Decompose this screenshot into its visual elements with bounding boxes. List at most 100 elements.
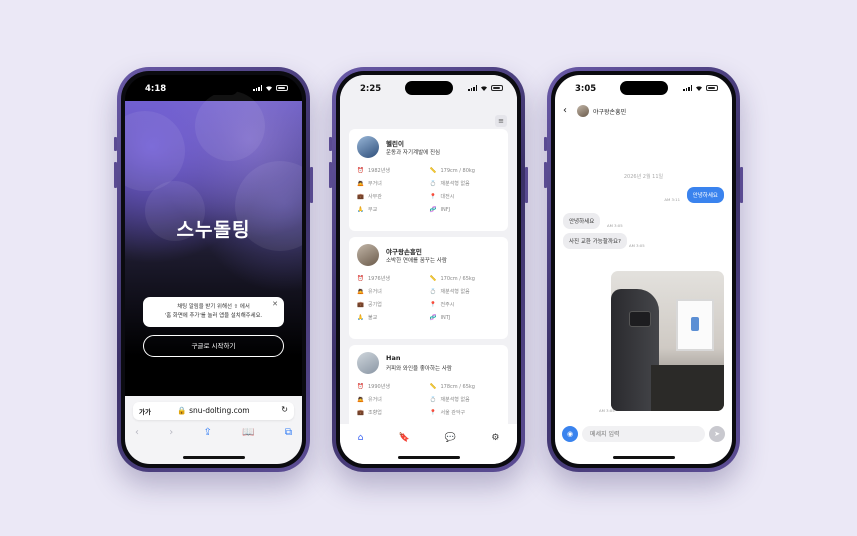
signal-icon [683,85,692,91]
battery-icon [706,85,718,91]
dynamic-island [619,81,668,95]
briefcase-icon: 💼 [357,193,364,200]
attr-birth-year: ⏰ 1976년생 [357,275,390,283]
attr-mbti: 🧬 INTJ [429,314,451,321]
message-input[interactable] [582,426,705,442]
toast-line-2: '홈 화면에 추가'를 눌러 앱을 설치해주세요. [164,313,263,319]
person-icon: 🙇 [357,396,364,403]
photo-cabinet [651,365,724,411]
reload-icon[interactable]: ↻ [281,405,288,414]
attr-marital: 💍 재분석형 없음 [429,396,470,404]
home-icon[interactable]: ⌂ [358,433,364,464]
message-time: AM 3:05 [599,408,615,413]
pin-icon: 📍 [429,409,437,416]
camera-icon[interactable]: ◉ [562,426,578,442]
avatar[interactable] [577,105,589,117]
forward-icon[interactable]: › [169,427,173,438]
ring-icon: 💍 [429,396,437,403]
pin-icon: 📍 [429,193,437,200]
chat-icon[interactable]: 💬 [445,433,456,464]
attr-job: 💼 조향업 [357,409,382,417]
profile-name: 헬린이 [386,140,404,148]
back-icon[interactable]: ‹ [563,105,567,116]
profile-name: 야구왕손흥민 [386,248,422,256]
back-icon[interactable]: ‹ [135,427,139,438]
message-bubble-received: 사진 교환 가능할까요? [563,233,627,249]
wifi-icon [696,86,702,91]
status-bar: 3:05 [555,75,732,101]
battery-icon [491,85,503,91]
ruler-icon: 📏 [429,275,437,282]
message-time: AM 3:05 [607,223,623,228]
chat-header: ‹ 야구왕손흥민 [555,101,732,123]
dynamic-island [189,81,238,95]
address-bar[interactable]: 가가 🔒 snu-dolting.com ↻ [133,402,294,420]
app-brand-title: 스누돌팅 [176,219,251,241]
close-icon[interactable]: ✕ [272,300,278,309]
attr-location: 📍 전주시 [429,301,455,309]
home-indicator [397,456,460,459]
toast-line-1: 채팅 알림을 받기 위해선 ⇧ 에서 [177,304,250,310]
ring-icon: 💍 [429,180,437,187]
bookmarks-icon[interactable]: 📖 [242,427,254,438]
send-icon[interactable]: ➤ [709,426,725,442]
status-time: 4:18 [145,84,167,94]
phone-profile-list: 2:25 ≡ 헬린이 운동과 자기계발에 진심 ⏰ 1982년생 📏 179cm /… [329,67,528,472]
message-bubble-received: 안녕하세요 [563,213,601,229]
attr-marital: 💍 재분석형 없음 [429,288,470,296]
attr-body-type: 🙇 유거녀 [357,288,382,296]
person-icon: 🙇 [357,288,364,295]
profile-intro: 커피와 와인을 좋아하는 사람 [386,366,452,372]
ring-icon: 💍 [429,288,437,295]
settings-icon[interactable]: ⚙ [491,433,499,464]
briefcase-icon: 💼 [357,409,364,416]
profile-card[interactable]: 헬린이 운동과 자기계발에 진심 ⏰ 1982년생 📏 179cm / 80kg 🙇… [349,129,508,231]
message-bubble-sent: 안녕하세요 [686,187,724,203]
pray-icon: 🙏 [357,206,364,213]
phone-login: 4:18 스누돌팅 채팅 알림을 받기 위해선 ⇧ 에서 '홈 화면에 추가'를… [114,67,313,472]
dna-icon: 🧬 [429,314,437,321]
message-composer: ◉ ➤ [555,422,732,448]
wifi-icon [481,86,487,91]
attr-marital: 💍 재분석형 없음 [429,180,470,188]
filter-icon[interactable]: ≡ [495,115,507,127]
attr-birth-year: ⏰ 1982년생 [357,167,390,175]
dna-icon: 🧬 [429,206,437,213]
message-time: AM 3:11 [664,197,680,202]
ruler-icon: 📏 [429,167,437,174]
person-icon: 🙇 [357,180,364,187]
attr-height-weight: 📏 179cm / 80kg [429,167,475,174]
attr-body-type: 🙇 무거녀 [357,180,382,188]
status-bar: 4:18 [125,75,302,101]
chat-partner-name: 야구왕손흥민 [593,109,627,116]
pin-icon: 📍 [429,301,437,308]
bookmark-icon[interactable]: 🔖 [399,433,410,464]
google-login-button[interactable]: 구글로 시작하기 [143,335,284,357]
dynamic-island [404,81,453,95]
attr-job: 💼 사무관 [357,193,382,201]
attr-job: 💼 공기업 [357,301,382,309]
home-indicator [182,456,245,459]
clock-icon: ⏰ [357,275,364,282]
tab-bar: ⌂ 🔖 💬 ⚙ [340,424,517,464]
profile-card[interactable]: 야구왕손흥민 소박한 연애를 꿈꾸는 사람 ⏰ 1976년생 📏 170cm / 6… [349,237,508,339]
profile-intro: 운동과 자기계발에 진심 [386,150,441,156]
attr-religion: 🙏 불교 [357,314,378,322]
avatar [357,352,379,374]
tabs-icon[interactable]: ⧉ [285,427,292,438]
status-time: 3:05 [575,84,597,94]
clock-icon: ⏰ [357,167,364,174]
install-toast: 채팅 알림을 받기 위해선 ⇧ 에서 '홈 화면에 추가'를 눌러 앱을 설치해… [143,297,284,327]
status-time: 2:25 [360,84,382,94]
share-icon[interactable]: ⇪ [204,427,212,438]
phone-chat: 3:05 ‹ 야구왕손흥민 2026년 2월 11일 안녕하세요 AM 3:11… [544,67,743,472]
profile-intro: 소박한 연애를 꿈꾸는 사람 [386,258,447,264]
signal-icon [468,85,477,91]
avatar [357,136,379,158]
message-photo[interactable] [611,271,724,411]
attr-mbti: 🧬 INFJ [429,206,451,213]
signal-icon [253,85,262,91]
briefcase-icon: 💼 [357,301,364,308]
avatar [357,244,379,266]
date-separator: 2026년 2월 11일 [623,174,664,180]
